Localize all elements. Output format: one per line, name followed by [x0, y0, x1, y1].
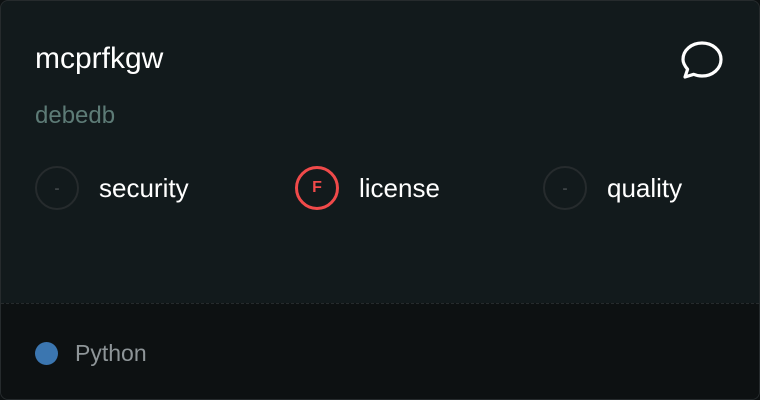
metric-label: quality [607, 173, 683, 203]
metric-license[interactable]: F license [295, 164, 440, 212]
language-color-dot [35, 342, 58, 365]
repo-owner[interactable]: debedb [35, 99, 115, 133]
language-label: Python [75, 340, 147, 366]
metric-security[interactable]: - security [35, 164, 189, 212]
chat-bubble-icon [681, 41, 723, 79]
license-grade-badge: F [295, 166, 339, 210]
metric-label: security [99, 173, 189, 203]
metric-quality[interactable]: - quality [543, 164, 682, 212]
quality-grade-badge: - [543, 166, 587, 210]
metric-label: license [359, 173, 440, 203]
repo-title[interactable]: mcprfkgw [35, 39, 163, 79]
comment-button[interactable] [677, 35, 727, 85]
card-footer: Python [1, 303, 759, 399]
security-grade-badge: - [35, 166, 79, 210]
repo-card[interactable]: mcprfkgw debedb - security F license - q… [0, 0, 760, 400]
